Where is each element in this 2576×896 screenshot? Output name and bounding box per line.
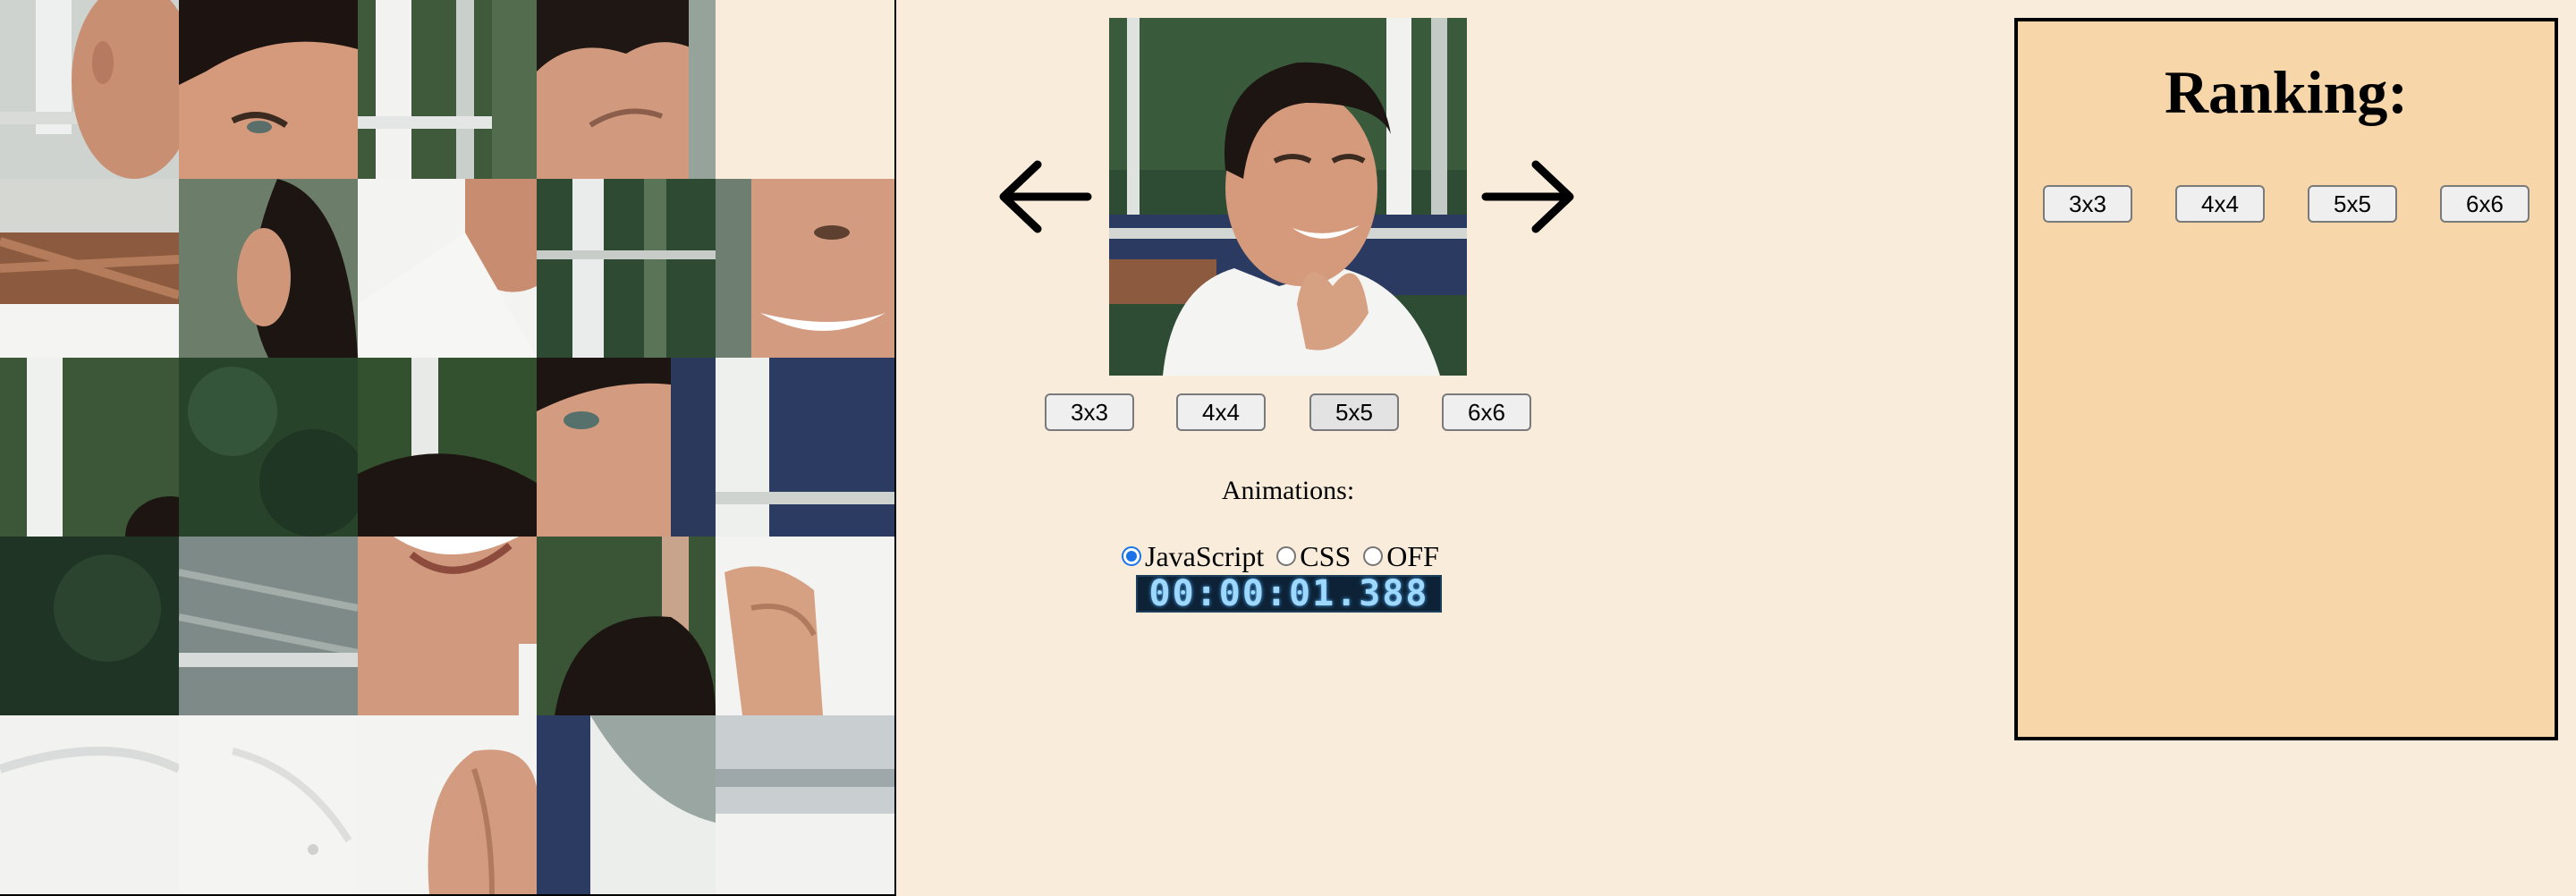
puzzle-tile[interactable] bbox=[179, 0, 358, 179]
puzzle-tile[interactable] bbox=[716, 179, 894, 358]
puzzle-tile[interactable] bbox=[358, 0, 537, 179]
animation-radio-off[interactable] bbox=[1363, 546, 1384, 566]
preview-image bbox=[1109, 18, 1467, 376]
puzzle-tile[interactable] bbox=[179, 537, 358, 715]
puzzle-tile[interactable] bbox=[179, 715, 358, 894]
animation-label-off[interactable]: OFF bbox=[1386, 540, 1439, 573]
animation-radio-css[interactable] bbox=[1276, 546, 1297, 566]
puzzle-tile[interactable] bbox=[0, 358, 179, 537]
puzzle-tile[interactable] bbox=[537, 715, 716, 894]
puzzle-tile[interactable] bbox=[179, 358, 358, 537]
puzzle-tile[interactable] bbox=[0, 537, 179, 715]
puzzle-tile[interactable] bbox=[0, 0, 179, 179]
animation-radio-javascript[interactable] bbox=[1122, 546, 1141, 566]
size-button-5x5[interactable]: 5x5 bbox=[1309, 393, 1399, 431]
ranking-button-5x5[interactable]: 5x5 bbox=[2308, 185, 2397, 223]
animations-heading: Animations: bbox=[1221, 476, 1355, 505]
puzzle-tile[interactable] bbox=[537, 179, 716, 358]
size-button-3x3[interactable]: 3x3 bbox=[1045, 393, 1134, 431]
puzzle-tile[interactable] bbox=[0, 715, 179, 894]
puzzle-tile[interactable] bbox=[358, 537, 537, 715]
animation-label-css[interactable]: CSS bbox=[1300, 540, 1351, 573]
puzzle-tile[interactable] bbox=[179, 179, 358, 358]
ranking-title: Ranking: bbox=[2164, 58, 2409, 126]
ranking-panel: Ranking: 3x3 4x4 5x5 6x6 bbox=[2014, 18, 2558, 740]
puzzle-tile[interactable] bbox=[358, 179, 537, 358]
puzzle-tile[interactable] bbox=[537, 358, 716, 537]
arrow-right-icon[interactable] bbox=[1480, 152, 1579, 241]
animation-label-javascript[interactable]: JavaScript bbox=[1145, 540, 1264, 573]
ranking-button-6x6[interactable]: 6x6 bbox=[2440, 185, 2529, 223]
puzzle-tile[interactable] bbox=[716, 358, 894, 537]
timer-display: 00:00:01.388 bbox=[1136, 575, 1442, 613]
size-button-4x4[interactable]: 4x4 bbox=[1176, 393, 1266, 431]
puzzle-tile[interactable] bbox=[358, 715, 537, 894]
size-button-6x6[interactable]: 6x6 bbox=[1442, 393, 1531, 431]
puzzle-tile[interactable] bbox=[0, 179, 179, 358]
puzzle-tile[interactable] bbox=[716, 537, 894, 715]
puzzle-tile[interactable] bbox=[358, 358, 537, 537]
puzzle-tile[interactable] bbox=[716, 715, 894, 894]
arrow-left-icon[interactable] bbox=[995, 152, 1093, 241]
puzzle-tile[interactable] bbox=[537, 0, 716, 179]
puzzle-board bbox=[0, 0, 896, 896]
animations-options: JavaScript CSS OFF bbox=[1118, 538, 1448, 574]
ranking-button-4x4[interactable]: 4x4 bbox=[2175, 185, 2265, 223]
ranking-button-3x3[interactable]: 3x3 bbox=[2043, 185, 2132, 223]
puzzle-tile[interactable] bbox=[537, 537, 716, 715]
